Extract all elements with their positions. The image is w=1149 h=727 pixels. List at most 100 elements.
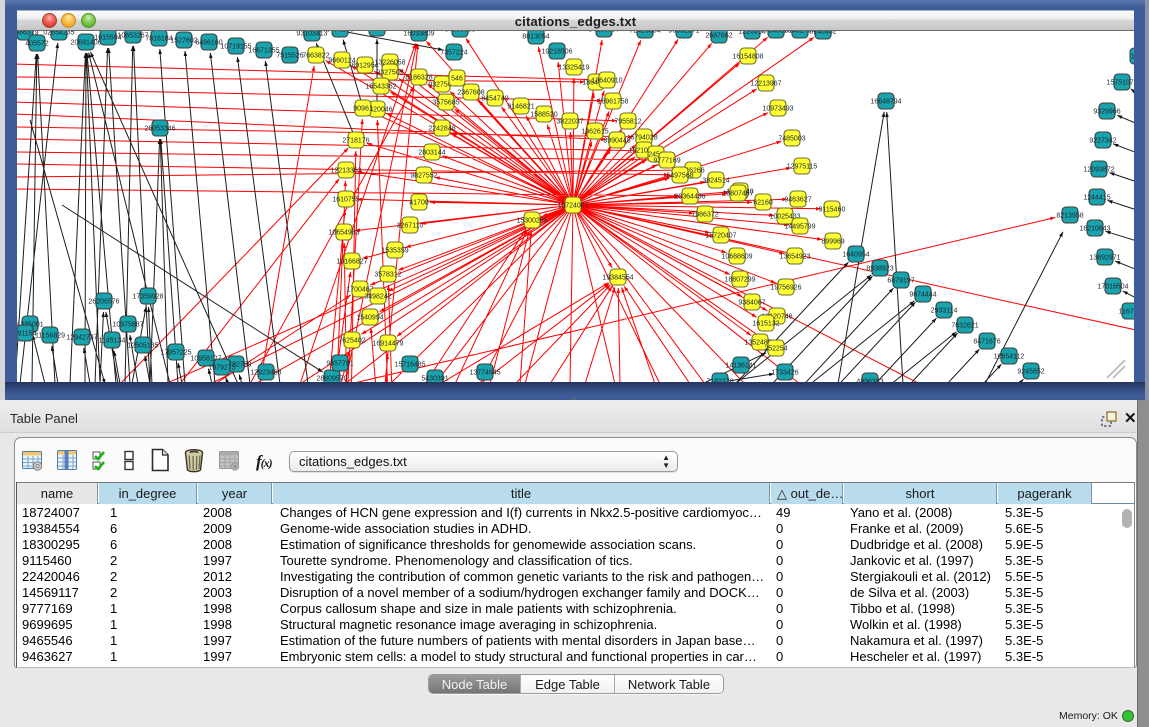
svg-text:6497568: 6497568 <box>666 173 693 180</box>
svg-text:12213967: 12213967 <box>750 81 781 88</box>
svg-text:64835030: 64835030 <box>444 31 475 34</box>
svg-text:10973493: 10973493 <box>762 106 793 113</box>
svg-text:7625402: 7625402 <box>338 338 365 345</box>
svg-text:1610755: 1610755 <box>332 197 359 204</box>
svg-text:2803144: 2803144 <box>418 150 445 157</box>
svg-text:1145134: 1145134 <box>99 338 126 345</box>
svg-text:10807487: 10807487 <box>722 191 753 198</box>
svg-text:1527602: 1527602 <box>170 38 197 45</box>
svg-text:02654235: 02654235 <box>43 31 74 37</box>
svg-text:3578312: 3578312 <box>374 272 401 279</box>
svg-text:13774645: 13774645 <box>469 370 500 377</box>
svg-text:28809570: 28809570 <box>316 376 347 383</box>
svg-text:12213363: 12213363 <box>330 168 361 175</box>
svg-text:9146821: 9146821 <box>507 104 534 111</box>
svg-text:7986372: 7986372 <box>691 212 718 219</box>
svg-text:64139537: 64139537 <box>588 31 619 34</box>
svg-text:9329966: 9329966 <box>1093 109 1120 116</box>
svg-text:6466160: 6466160 <box>195 40 222 47</box>
svg-text:7515526: 7515526 <box>276 53 303 60</box>
svg-text:7955812: 7955812 <box>614 119 641 126</box>
svg-text:3824514: 3824514 <box>702 178 729 185</box>
svg-text:90961: 90961 <box>353 106 373 113</box>
svg-text:19756926: 19756926 <box>770 285 801 292</box>
svg-text:18724007: 18724007 <box>557 203 588 210</box>
svg-text:17359928: 17359928 <box>132 294 163 301</box>
svg-text:9227342: 9227342 <box>1089 138 1116 145</box>
svg-text:3822037: 3822037 <box>556 119 583 126</box>
svg-text:3267110: 3267110 <box>397 223 424 230</box>
svg-text:8186328: 8186328 <box>405 75 432 82</box>
svg-text:16961758: 16961758 <box>597 99 628 106</box>
svg-text:7816184: 7816184 <box>145 36 172 43</box>
svg-text:9327505: 9327505 <box>376 70 403 77</box>
svg-text:11156829: 11156829 <box>35 333 65 340</box>
svg-text:15751074: 15751074 <box>1106 80 1134 87</box>
svg-text:16154808: 16154808 <box>732 54 763 61</box>
svg-text:8148932: 8148932 <box>809 31 836 36</box>
svg-text:1535359: 1535359 <box>381 248 408 255</box>
svg-text:1362615: 1362615 <box>581 129 608 136</box>
svg-text:7663822: 7663822 <box>302 53 329 60</box>
svg-text:8454749: 8454749 <box>481 96 508 103</box>
svg-text:2242848: 2242848 <box>428 126 455 133</box>
svg-text:16671355: 16671355 <box>248 48 279 55</box>
svg-text:1540994: 1540994 <box>356 315 383 322</box>
svg-text:16648794: 16648794 <box>870 99 901 106</box>
svg-text:26206576: 26206576 <box>88 299 119 306</box>
svg-text:10688609: 10688609 <box>721 254 752 261</box>
svg-text:3575685: 3575685 <box>432 100 459 107</box>
svg-text:6794028: 6794028 <box>630 135 657 142</box>
svg-text:9245652: 9245652 <box>1017 369 1044 376</box>
svg-text:12942737: 12942737 <box>66 335 97 342</box>
svg-text:15720407: 15720407 <box>705 233 736 240</box>
svg-text:8813054: 8813054 <box>522 34 549 41</box>
svg-text:899969: 899969 <box>821 239 844 246</box>
svg-text:9777169: 9777169 <box>653 158 680 165</box>
svg-text:13325419: 13325419 <box>558 65 589 72</box>
svg-text:1588520: 1588520 <box>530 112 557 119</box>
svg-text:14136141: 14136141 <box>725 363 756 370</box>
svg-text:9657791: 9657791 <box>326 361 353 368</box>
svg-text:991154: 991154 <box>17 331 37 338</box>
svg-text:9463627: 9463627 <box>784 197 811 204</box>
svg-text:18807299: 18807299 <box>724 277 755 284</box>
svg-text:6475255: 6475255 <box>326 31 353 34</box>
svg-text:3498242: 3498242 <box>364 294 391 301</box>
svg-text:12975115: 12975115 <box>787 164 818 171</box>
svg-text:9674444: 9674444 <box>909 292 936 299</box>
svg-text:10654983: 10654983 <box>328 230 359 237</box>
svg-text:15300295: 15300295 <box>516 218 547 225</box>
svg-text:1079275: 1079275 <box>208 365 235 372</box>
svg-text:62160: 62160 <box>753 200 773 207</box>
svg-text:4192832: 4192832 <box>363 31 390 33</box>
svg-text:96532871: 96532871 <box>668 31 699 35</box>
svg-text:15716485: 15716485 <box>394 362 425 369</box>
svg-text:7182278: 7182278 <box>706 379 733 383</box>
svg-text:14495799: 14495799 <box>784 224 815 231</box>
svg-text:16033809: 16033809 <box>403 31 434 38</box>
svg-text:7632621: 7632621 <box>951 323 978 330</box>
svg-text:41700: 41700 <box>409 200 429 207</box>
svg-text:9827552: 9827552 <box>410 173 437 180</box>
svg-text:9115460: 9115460 <box>819 207 846 214</box>
svg-text:7357224: 7357224 <box>440 50 467 57</box>
svg-text:10719155: 10719155 <box>220 44 251 51</box>
svg-text:16210643: 16210643 <box>1079 226 1110 233</box>
svg-text:93103413: 93103413 <box>296 31 327 38</box>
svg-text:10654112: 10654112 <box>994 354 1025 361</box>
svg-text:2687662: 2687662 <box>705 33 732 40</box>
svg-text:1244415: 1244415 <box>1083 195 1110 202</box>
svg-text:1733426: 1733426 <box>771 370 798 377</box>
svg-text:16543362: 16543362 <box>365 84 396 91</box>
svg-text:10653267: 10653267 <box>117 33 148 40</box>
svg-text:9384067: 9384067 <box>738 300 765 307</box>
svg-text:1112: 1112 <box>1131 54 1134 61</box>
svg-text:6879197: 6879197 <box>887 278 914 285</box>
svg-text:4896383: 4896383 <box>856 379 883 383</box>
svg-text:8990448: 8990448 <box>603 138 630 145</box>
svg-text:72423884: 72423884 <box>629 31 660 35</box>
svg-text:252254: 252254 <box>764 346 787 353</box>
svg-text:2718176: 2718176 <box>342 138 369 145</box>
svg-text:26053346: 26053346 <box>144 126 175 133</box>
